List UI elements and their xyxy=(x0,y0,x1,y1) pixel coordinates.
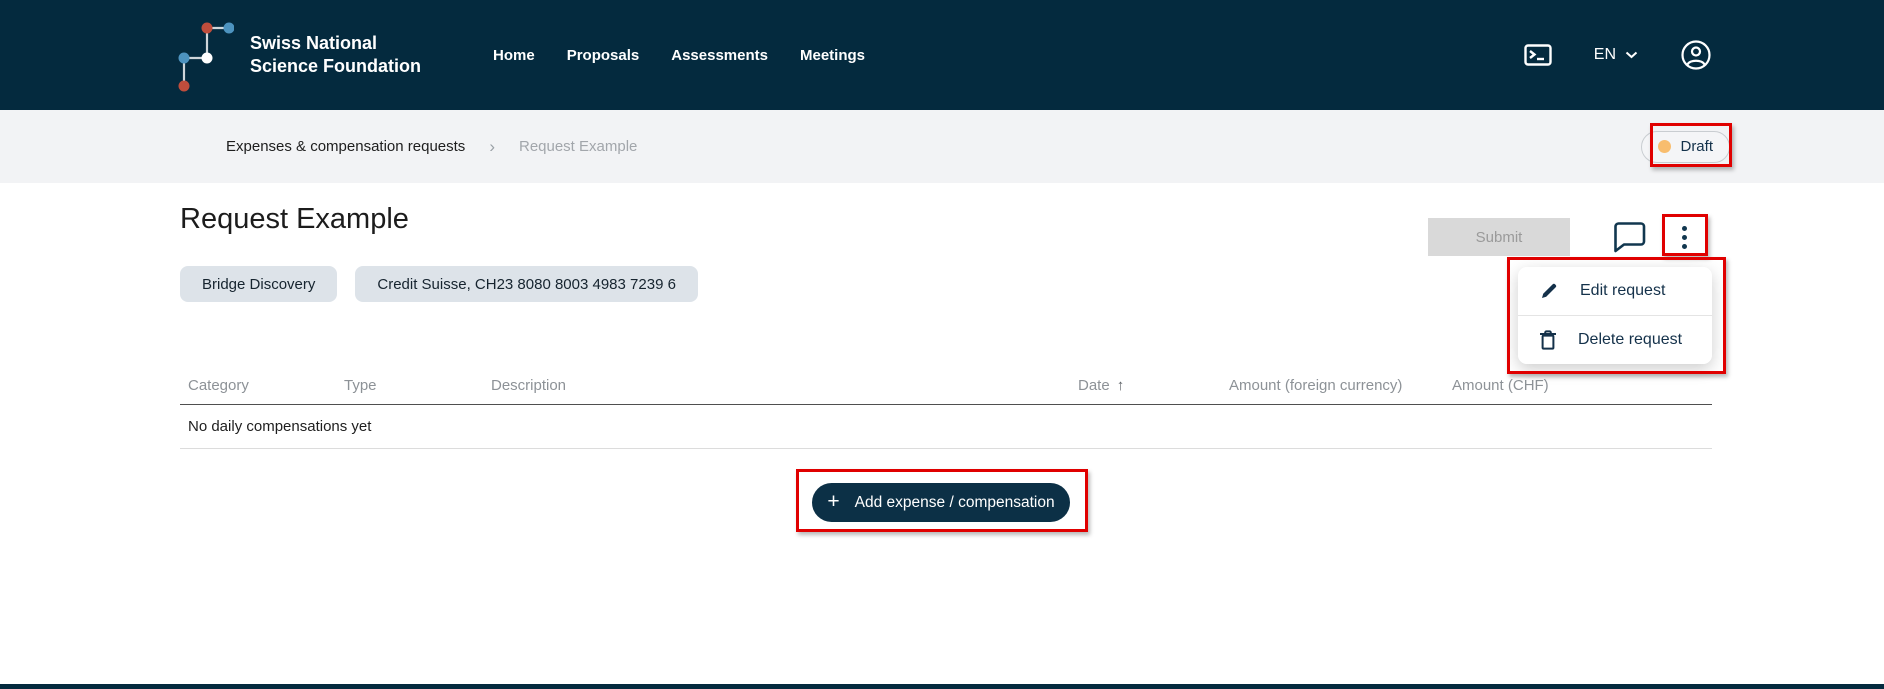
breadcrumb-band: Expenses & compensation requests › Reque… xyxy=(0,110,1884,183)
date-header-label: Date xyxy=(1078,377,1110,394)
request-tags: Bridge Discovery Credit Suisse, CH23 808… xyxy=(180,266,698,302)
top-navbar: Swiss National Science Foundation Home P… xyxy=(0,0,1884,110)
menu-item-label: Edit request xyxy=(1580,282,1665,300)
nav-home[interactable]: Home xyxy=(491,41,537,70)
funding-scheme-chip: Bridge Discovery xyxy=(180,266,337,302)
add-expense-button[interactable]: + Add expense / compensation xyxy=(812,483,1070,522)
submit-button[interactable]: Submit xyxy=(1428,218,1570,256)
status-dot-icon xyxy=(1658,140,1671,153)
chevron-down-icon xyxy=(1625,51,1638,59)
terminal-icon[interactable] xyxy=(1524,44,1552,66)
menu-item-label: Delete request xyxy=(1578,331,1682,349)
status-badge: Draft xyxy=(1641,131,1730,163)
breadcrumb-parent-link[interactable]: Expenses & compensation requests xyxy=(226,138,465,155)
kebab-menu-icon[interactable] xyxy=(1670,219,1698,255)
navbar-right-controls: EN xyxy=(1524,39,1712,71)
logo-line-2: Science Foundation xyxy=(250,56,421,76)
col-header-category: Category xyxy=(188,377,249,394)
col-header-amount-chf: Amount (CHF) xyxy=(1452,377,1549,394)
language-label: EN xyxy=(1594,46,1616,64)
snsf-logo[interactable]: Swiss National Science Foundation xyxy=(178,16,421,94)
language-selector[interactable]: EN xyxy=(1594,46,1638,64)
table-empty-state: No daily compensations yet xyxy=(180,405,1712,449)
col-header-description: Description xyxy=(491,377,566,394)
kebab-dot xyxy=(1682,226,1687,231)
nav-assessments[interactable]: Assessments xyxy=(669,41,770,70)
menu-item-delete-request[interactable]: Delete request xyxy=(1518,316,1712,364)
pencil-icon xyxy=(1539,281,1559,301)
nav-meetings[interactable]: Meetings xyxy=(798,41,867,70)
breadcrumb-current: Request Example xyxy=(519,138,637,155)
snsf-logo-text: Swiss National Science Foundation xyxy=(250,32,421,78)
empty-state-message: No daily compensations yet xyxy=(188,418,371,435)
footer-edge xyxy=(0,684,1884,689)
col-header-amount-foreign: Amount (foreign currency) xyxy=(1229,377,1402,394)
status-badge-label: Draft xyxy=(1680,138,1713,155)
trash-icon xyxy=(1539,330,1557,350)
kebab-dot xyxy=(1682,244,1687,249)
context-menu: Edit request Delete request xyxy=(1518,267,1712,364)
kebab-dot xyxy=(1682,235,1687,240)
menu-item-edit-request[interactable]: Edit request xyxy=(1518,267,1712,315)
col-header-type: Type xyxy=(344,377,377,394)
page-title: Request Example xyxy=(180,203,409,236)
bank-account-chip: Credit Suisse, CH23 8080 8003 4983 7239 … xyxy=(355,266,698,302)
expenses-table: Category Type Description Date ↑ Amount (… xyxy=(180,363,1712,449)
nav-proposals[interactable]: Proposals xyxy=(565,41,642,70)
logo-line-1: Swiss National xyxy=(250,33,377,53)
sort-ascending-icon: ↑ xyxy=(1117,377,1125,394)
main-navigation: Home Proposals Assessments Meetings xyxy=(491,41,867,70)
add-expense-label: Add expense / compensation xyxy=(855,494,1055,512)
plus-icon: + xyxy=(827,491,839,512)
comments-icon[interactable] xyxy=(1610,219,1648,255)
snsf-logo-icon xyxy=(178,16,234,94)
breadcrumb: Expenses & compensation requests › Reque… xyxy=(226,110,637,183)
breadcrumb-separator-icon: › xyxy=(489,137,495,157)
table-header-row: Category Type Description Date ↑ Amount (… xyxy=(180,363,1712,405)
col-header-date[interactable]: Date ↑ xyxy=(1078,377,1124,394)
account-icon[interactable] xyxy=(1680,39,1712,71)
